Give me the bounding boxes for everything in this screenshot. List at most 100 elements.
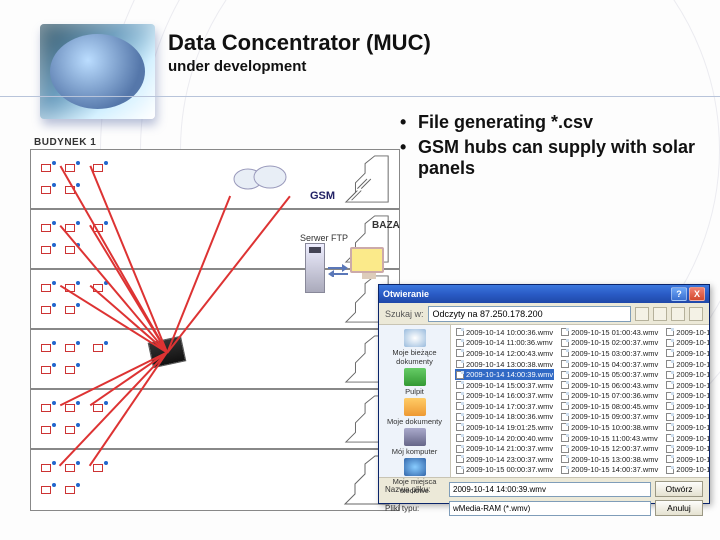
file-icon [666, 434, 674, 442]
up-icon[interactable] [653, 307, 667, 321]
back-icon[interactable] [635, 307, 649, 321]
file-icon [561, 402, 569, 410]
file-item[interactable]: 2009-10-14 21:00:37.wmv [455, 443, 554, 454]
file-item[interactable]: 2009-10-16 01:00:37.wr [665, 422, 709, 433]
meter-unit-icon [41, 366, 53, 376]
file-item[interactable]: 2009-10-14 11:00:36.wmv [455, 338, 554, 349]
file-item[interactable]: 2009-10-14 20:00:40.wmv [455, 433, 554, 444]
file-icon [561, 445, 569, 453]
open-button[interactable]: Otwórz [655, 481, 703, 497]
newfolder-icon[interactable] [671, 307, 685, 321]
places-bar: Moje bieżące dokumenty Pulpit Moje dokum… [379, 325, 451, 477]
place-documents[interactable]: Moje dokumenty [385, 398, 445, 426]
close-button[interactable]: X [689, 287, 705, 301]
file-item[interactable]: 2009-10-15 03:00:37.wmv [560, 348, 659, 359]
meter-unit-icon [65, 366, 77, 376]
file-item[interactable]: 2009-10-15 10:00:38.wmv [560, 422, 659, 433]
recent-icon [404, 329, 426, 347]
file-icon [666, 381, 674, 389]
server-icon [305, 243, 325, 293]
file-item[interactable]: 2009-10-16 00:00:38.wr [665, 412, 709, 423]
file-item[interactable]: 2009-10-15 01:00:43.wmv [560, 327, 659, 338]
file-item[interactable]: 2009-10-15 09:00:37.wmv [560, 412, 659, 423]
file-item[interactable]: 2009-10-15 12:00:37.wmv [560, 443, 659, 454]
file-item[interactable]: 2009-10-16 05:00:37.wr [665, 465, 709, 476]
file-item[interactable]: 2009-10-15 22:00:37.wr [665, 390, 709, 401]
file-item[interactable]: 2009-10-15 11:00:43.wmv [560, 433, 659, 444]
place-desktop[interactable]: Pulpit [385, 368, 445, 396]
meter-unit-icon [65, 404, 77, 414]
meter-unit-icon [65, 464, 77, 474]
meter-unit-icon [41, 164, 53, 174]
file-item[interactable]: 2009-10-15 13:00:38.wmv [560, 454, 659, 465]
file-icon [666, 371, 674, 379]
file-item[interactable]: 2009-10-15 04:00:37.wmv [560, 359, 659, 370]
meter-unit-icon [41, 246, 53, 256]
file-item[interactable]: 2009-10-14 23:00:37.wmv [455, 454, 554, 465]
file-item[interactable]: 2009-10-16 04:00:36.wr [665, 454, 709, 465]
file-item[interactable]: 2009-10-15 14:00:37.wmv [560, 465, 659, 476]
file-item[interactable]: 2009-10-15 07:00:36.wmv [560, 390, 659, 401]
folder-combo[interactable]: Odczyty na 87.250.178.200 [428, 306, 631, 322]
file-item[interactable]: 2009-10-16 02:00:42.wr [665, 433, 709, 444]
slide-title: Data Concentrator (MUC) [168, 30, 431, 56]
cloud-icon [230, 163, 290, 191]
file-list[interactable]: 2009-10-14 10:00:36.wmv2009-10-14 11:00:… [451, 325, 709, 477]
file-item[interactable]: 2009-10-16 03:00:36.wr [665, 443, 709, 454]
file-item[interactable]: 2009-10-14 15:00:37.wmv [455, 380, 554, 391]
file-icon [666, 413, 674, 421]
meter-unit-icon [93, 344, 105, 354]
cancel-button[interactable]: Anuluj [655, 500, 703, 516]
monitor-icon [350, 247, 384, 273]
file-icon [666, 349, 674, 357]
file-icon [456, 445, 464, 453]
file-item[interactable]: 2009-10-15 02:00:37.wmv [560, 338, 659, 349]
file-item[interactable]: 2009-10-15 08:00:45.wmv [560, 401, 659, 412]
file-item[interactable]: 2009-10-14 16:00:37.wmv [455, 390, 554, 401]
filename-input[interactable]: 2009-10-14 14:00:39.wmv [449, 482, 651, 497]
file-icon [561, 455, 569, 463]
file-icon [666, 455, 674, 463]
file-item[interactable]: 2009-10-14 17:00:37.wmv [455, 401, 554, 412]
dialog-titlebar[interactable]: Otwieranie ? X [379, 285, 709, 303]
file-icon [456, 360, 464, 368]
meter-unit-icon [65, 246, 77, 256]
file-item[interactable]: 2009-10-14 13:00:38.wmv [455, 359, 554, 370]
file-item[interactable]: 2009-10-14 12:00:43.wmv [455, 348, 554, 359]
help-button[interactable]: ? [671, 287, 687, 301]
file-item[interactable]: 2009-10-15 00:00:37.wmv [455, 465, 554, 476]
file-icon [456, 423, 464, 431]
file-icon [561, 339, 569, 347]
file-item[interactable]: 2009-10-14 10:00:36.wmv [455, 327, 554, 338]
meter-unit-icon [65, 306, 77, 316]
file-item[interactable]: 2009-10-15 16:00:42.wr [665, 327, 709, 338]
file-item[interactable]: 2009-10-15 17:00:37.wr [665, 338, 709, 349]
network-icon [404, 458, 426, 476]
divider [0, 96, 720, 97]
file-item[interactable]: 2009-10-14 18:00:36.wmv [455, 412, 554, 423]
file-icon [561, 392, 569, 400]
file-icon [666, 466, 674, 474]
baza-label: BAZA [372, 220, 400, 231]
viewmenu-icon[interactable] [689, 307, 703, 321]
file-icon [456, 466, 464, 474]
file-item[interactable]: 2009-10-15 21:00:41.wr [665, 380, 709, 391]
file-icon [561, 434, 569, 442]
close-icon: X [694, 289, 700, 299]
dialog-title: Otwieranie [383, 289, 429, 299]
file-item[interactable]: 2009-10-15 05:00:37.wmv [560, 369, 659, 380]
help-icon: ? [676, 289, 682, 299]
file-item[interactable]: 2009-10-14 14:00:39.wmv [455, 369, 554, 380]
file-icon [666, 445, 674, 453]
computer-icon [404, 428, 426, 446]
place-recent[interactable]: Moje bieżące dokumenty [385, 329, 445, 366]
file-item[interactable]: 2009-10-15 20:00:37.wr [665, 369, 709, 380]
file-item[interactable]: 2009-10-15 06:00:43.wmv [560, 380, 659, 391]
meter-unit-icon [65, 486, 77, 496]
place-computer[interactable]: Mój komputer [385, 428, 445, 456]
file-item[interactable]: 2009-10-14 19:01:25.wmv [455, 422, 554, 433]
file-item[interactable]: 2009-10-15 18:00:37.wr [665, 348, 709, 359]
file-item[interactable]: 2009-10-15 23:00:37.wr [665, 401, 709, 412]
filetype-combo[interactable]: wMedia-RAM (*.wmv) [449, 501, 651, 516]
file-item[interactable]: 2009-10-15 19:00:3.wr [665, 359, 709, 370]
